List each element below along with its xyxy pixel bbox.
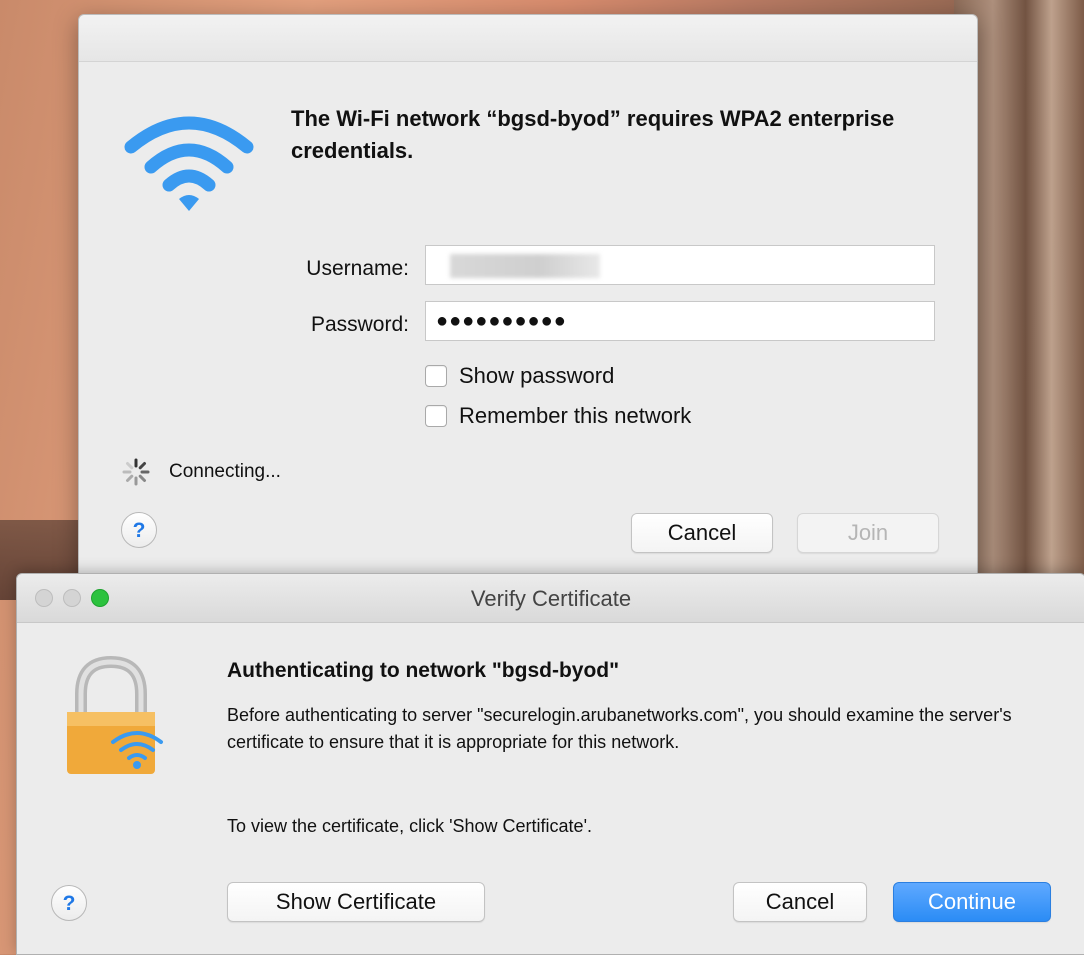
window-title: Verify Certificate [470,586,632,611]
show-certificate-button[interactable]: Show Certificate [227,882,485,922]
username-field[interactable] [425,245,935,285]
password-field[interactable]: ●●●●●●●●●● [425,301,935,341]
cert-titlebar: Verify Certificate [17,574,1084,623]
remember-network-checkbox[interactable] [425,405,447,427]
wifi-icon [124,116,254,211]
password-label: Password: [310,313,409,336]
cert-hint: To view the certificate, click 'Show Cer… [227,816,593,836]
remember-network-row[interactable]: Remember this network [425,403,691,429]
verify-certificate-window: Verify Certificate Authenticating to net… [16,573,1084,955]
lock-wifi-icon [67,655,163,774]
cert-description: Before authenticating to server "securel… [227,705,1012,752]
cert-help-button[interactable]: ? [51,885,87,921]
wifi-credentials-dialog: The Wi-Fi network “bgsd-byod” requires W… [78,14,978,586]
show-password-checkbox[interactable] [425,365,447,387]
show-password-row[interactable]: Show password [425,363,614,389]
dialog-title: The Wi-Fi network “bgsd-byod” requires W… [291,106,895,163]
username-label: Username: [306,257,409,280]
remember-network-label: Remember this network [459,403,692,428]
spinner-icon [122,458,150,486]
dialog-titlebar [79,15,977,62]
wifi-help-button[interactable]: ? [121,512,157,548]
cert-cancel-button[interactable]: Cancel [733,882,867,922]
continue-button[interactable]: Continue [893,882,1051,922]
connection-status: Connecting... [169,461,281,482]
show-password-label: Show password [459,363,615,388]
cert-heading: Authenticating to network "bgsd-byod" [227,659,620,682]
wifi-cancel-button[interactable]: Cancel [631,513,773,553]
redacted-username [450,254,600,278]
join-button[interactable]: Join [797,513,939,553]
